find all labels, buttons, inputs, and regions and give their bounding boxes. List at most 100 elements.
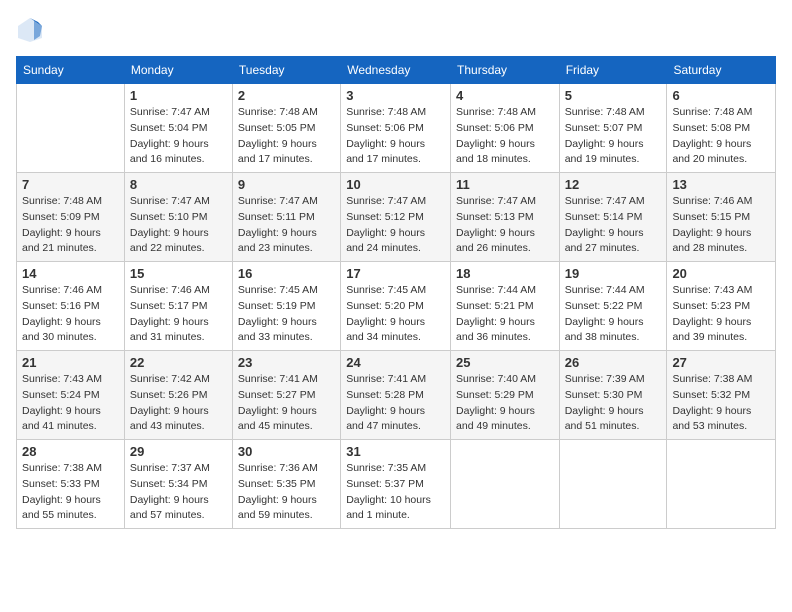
day-number: 25 [456, 355, 554, 370]
day-info: Sunrise: 7:47 AMSunset: 5:12 PMDaylight:… [346, 194, 445, 257]
calendar-cell: 24 Sunrise: 7:41 AMSunset: 5:28 PMDayligh… [341, 351, 451, 440]
calendar-cell [667, 440, 776, 529]
logo-icon [16, 16, 44, 44]
day-info: Sunrise: 7:46 AMSunset: 5:15 PMDaylight:… [672, 194, 770, 257]
calendar-cell: 26 Sunrise: 7:39 AMSunset: 5:30 PMDayligh… [559, 351, 667, 440]
calendar-cell: 16 Sunrise: 7:45 AMSunset: 5:19 PMDayligh… [232, 262, 340, 351]
day-info: Sunrise: 7:47 AMSunset: 5:10 PMDaylight:… [130, 194, 227, 257]
day-number: 26 [565, 355, 662, 370]
day-number: 2 [238, 88, 335, 103]
day-header-friday: Friday [559, 57, 667, 84]
day-info: Sunrise: 7:45 AMSunset: 5:20 PMDaylight:… [346, 283, 445, 346]
day-number: 30 [238, 444, 335, 459]
calendar-cell: 5 Sunrise: 7:48 AMSunset: 5:07 PMDaylight… [559, 84, 667, 173]
day-number: 15 [130, 266, 227, 281]
calendar-cell [17, 84, 125, 173]
day-header-saturday: Saturday [667, 57, 776, 84]
day-number: 9 [238, 177, 335, 192]
day-number: 6 [672, 88, 770, 103]
day-number: 23 [238, 355, 335, 370]
day-number: 10 [346, 177, 445, 192]
day-info: Sunrise: 7:37 AMSunset: 5:34 PMDaylight:… [130, 461, 227, 524]
day-number: 22 [130, 355, 227, 370]
day-info: Sunrise: 7:45 AMSunset: 5:19 PMDaylight:… [238, 283, 335, 346]
day-info: Sunrise: 7:40 AMSunset: 5:29 PMDaylight:… [456, 372, 554, 435]
day-info: Sunrise: 7:42 AMSunset: 5:26 PMDaylight:… [130, 372, 227, 435]
calendar-cell: 25 Sunrise: 7:40 AMSunset: 5:29 PMDayligh… [451, 351, 560, 440]
day-info: Sunrise: 7:43 AMSunset: 5:23 PMDaylight:… [672, 283, 770, 346]
calendar-cell: 19 Sunrise: 7:44 AMSunset: 5:22 PMDayligh… [559, 262, 667, 351]
day-info: Sunrise: 7:39 AMSunset: 5:30 PMDaylight:… [565, 372, 662, 435]
day-info: Sunrise: 7:44 AMSunset: 5:21 PMDaylight:… [456, 283, 554, 346]
calendar-cell: 2 Sunrise: 7:48 AMSunset: 5:05 PMDaylight… [232, 84, 340, 173]
day-info: Sunrise: 7:48 AMSunset: 5:06 PMDaylight:… [456, 105, 554, 168]
day-info: Sunrise: 7:43 AMSunset: 5:24 PMDaylight:… [22, 372, 119, 435]
day-number: 5 [565, 88, 662, 103]
day-number: 16 [238, 266, 335, 281]
calendar-cell: 17 Sunrise: 7:45 AMSunset: 5:20 PMDayligh… [341, 262, 451, 351]
day-number: 20 [672, 266, 770, 281]
day-number: 29 [130, 444, 227, 459]
day-number: 14 [22, 266, 119, 281]
day-header-monday: Monday [124, 57, 232, 84]
day-info: Sunrise: 7:48 AMSunset: 5:06 PMDaylight:… [346, 105, 445, 168]
day-info: Sunrise: 7:47 AMSunset: 5:04 PMDaylight:… [130, 105, 227, 168]
calendar-cell: 22 Sunrise: 7:42 AMSunset: 5:26 PMDayligh… [124, 351, 232, 440]
day-number: 21 [22, 355, 119, 370]
day-info: Sunrise: 7:36 AMSunset: 5:35 PMDaylight:… [238, 461, 335, 524]
day-number: 28 [22, 444, 119, 459]
calendar-cell: 21 Sunrise: 7:43 AMSunset: 5:24 PMDayligh… [17, 351, 125, 440]
day-number: 27 [672, 355, 770, 370]
day-number: 11 [456, 177, 554, 192]
day-number: 7 [22, 177, 119, 192]
day-number: 17 [346, 266, 445, 281]
calendar-cell: 1 Sunrise: 7:47 AMSunset: 5:04 PMDaylight… [124, 84, 232, 173]
day-info: Sunrise: 7:48 AMSunset: 5:08 PMDaylight:… [672, 105, 770, 168]
day-info: Sunrise: 7:47 AMSunset: 5:13 PMDaylight:… [456, 194, 554, 257]
day-info: Sunrise: 7:35 AMSunset: 5:37 PMDaylight:… [346, 461, 445, 524]
day-number: 19 [565, 266, 662, 281]
calendar-cell: 18 Sunrise: 7:44 AMSunset: 5:21 PMDayligh… [451, 262, 560, 351]
calendar-week-row: 28Sunrise: 7:38 AMSunset: 5:33 PMDayligh… [17, 440, 776, 529]
day-info: Sunrise: 7:48 AMSunset: 5:09 PMDaylight:… [22, 194, 119, 257]
day-number: 1 [130, 88, 227, 103]
calendar-cell: 27Sunrise: 7:38 AMSunset: 5:32 PMDayligh… [667, 351, 776, 440]
calendar-cell: 30 Sunrise: 7:36 AMSunset: 5:35 PMDayligh… [232, 440, 340, 529]
day-header-thursday: Thursday [451, 57, 560, 84]
calendar-cell [559, 440, 667, 529]
calendar-header: SundayMondayTuesdayWednesdayThursdayFrid… [17, 57, 776, 84]
calendar-cell: 20 Sunrise: 7:43 AMSunset: 5:23 PMDayligh… [667, 262, 776, 351]
calendar-cell: 9 Sunrise: 7:47 AMSunset: 5:11 PMDaylight… [232, 173, 340, 262]
calendar-cell: 10 Sunrise: 7:47 AMSunset: 5:12 PMDayligh… [341, 173, 451, 262]
calendar-week-row: 21 Sunrise: 7:43 AMSunset: 5:24 PMDayligh… [17, 351, 776, 440]
day-header-wednesday: Wednesday [341, 57, 451, 84]
day-info: Sunrise: 7:46 AMSunset: 5:16 PMDaylight:… [22, 283, 119, 346]
calendar-cell: 3 Sunrise: 7:48 AMSunset: 5:06 PMDaylight… [341, 84, 451, 173]
days-of-week-row: SundayMondayTuesdayWednesdayThursdayFrid… [17, 57, 776, 84]
calendar-cell: 8 Sunrise: 7:47 AMSunset: 5:10 PMDaylight… [124, 173, 232, 262]
calendar-cell: 28Sunrise: 7:38 AMSunset: 5:33 PMDayligh… [17, 440, 125, 529]
page-header [16, 16, 776, 44]
calendar-cell [451, 440, 560, 529]
logo [16, 16, 48, 44]
calendar-cell: 6 Sunrise: 7:48 AMSunset: 5:08 PMDaylight… [667, 84, 776, 173]
calendar-cell: 14 Sunrise: 7:46 AMSunset: 5:16 PMDayligh… [17, 262, 125, 351]
day-number: 4 [456, 88, 554, 103]
day-number: 24 [346, 355, 445, 370]
calendar-week-row: 7 Sunrise: 7:48 AMSunset: 5:09 PMDaylight… [17, 173, 776, 262]
calendar-cell: 13Sunrise: 7:46 AMSunset: 5:15 PMDayligh… [667, 173, 776, 262]
day-number: 8 [130, 177, 227, 192]
calendar-cell: 7 Sunrise: 7:48 AMSunset: 5:09 PMDaylight… [17, 173, 125, 262]
day-number: 18 [456, 266, 554, 281]
calendar-week-row: 14 Sunrise: 7:46 AMSunset: 5:16 PMDayligh… [17, 262, 776, 351]
day-info: Sunrise: 7:48 AMSunset: 5:07 PMDaylight:… [565, 105, 662, 168]
day-number: 3 [346, 88, 445, 103]
calendar-cell: 31Sunrise: 7:35 AMSunset: 5:37 PMDayligh… [341, 440, 451, 529]
day-info: Sunrise: 7:41 AMSunset: 5:28 PMDaylight:… [346, 372, 445, 435]
calendar-cell: 4 Sunrise: 7:48 AMSunset: 5:06 PMDaylight… [451, 84, 560, 173]
day-info: Sunrise: 7:44 AMSunset: 5:22 PMDaylight:… [565, 283, 662, 346]
calendar-cell: 23Sunrise: 7:41 AMSunset: 5:27 PMDayligh… [232, 351, 340, 440]
calendar-cell: 29 Sunrise: 7:37 AMSunset: 5:34 PMDayligh… [124, 440, 232, 529]
day-info: Sunrise: 7:48 AMSunset: 5:05 PMDaylight:… [238, 105, 335, 168]
day-info: Sunrise: 7:47 AMSunset: 5:11 PMDaylight:… [238, 194, 335, 257]
